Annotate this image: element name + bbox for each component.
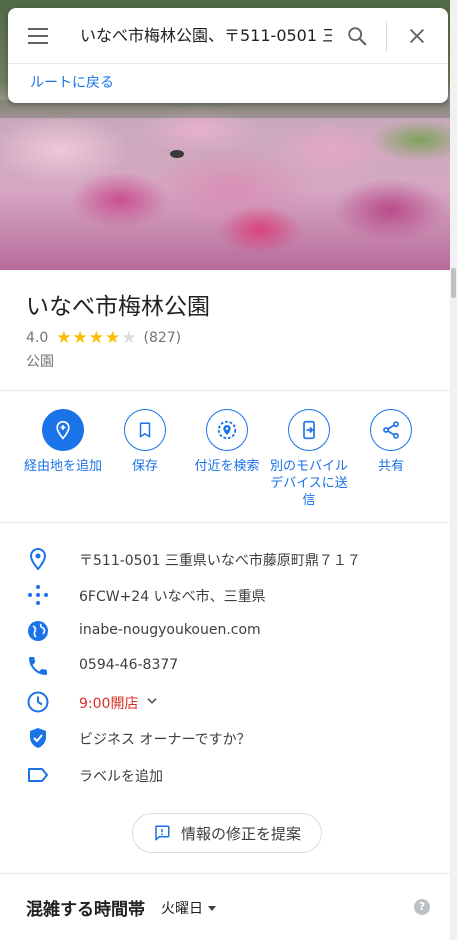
website-link: inabe-nougyoukouen.com [79, 622, 261, 638]
photo-detail [170, 150, 184, 158]
location-pin-icon [29, 547, 47, 571]
suggest-edit-button[interactable]: 情報の修正を提案 [132, 813, 322, 853]
hours-row[interactable]: 9:00開店 [0, 684, 450, 720]
plus-code-row[interactable]: 6FCW+24 いなべ市、三重県 [0, 577, 450, 613]
day-selector-value: 火曜日 [161, 901, 203, 917]
action-bar: 経由地を追加 保存 付近を検索 別のモバイルデバイスに送信 共有 [22, 409, 432, 509]
action-label: 経由地を追加 [23, 459, 102, 474]
divider [0, 522, 450, 523]
search-icon[interactable] [346, 25, 368, 47]
scrollbar-thumb[interactable] [451, 268, 456, 298]
label-icon [28, 768, 48, 782]
plus-code-icon [28, 585, 48, 605]
search-input[interactable]: いなべ市梅林公園、〒511-0501 三 [80, 24, 332, 48]
action-label: 保存 [131, 459, 158, 474]
add-label-text: ラベルを追加 [79, 769, 163, 785]
plus-code-text: 6FCW+24 いなべ市、三重県 [79, 589, 266, 605]
help-icon[interactable]: ? [414, 899, 430, 915]
claim-business-row[interactable]: ビジネス オーナーですか？ [0, 720, 450, 756]
send-to-device-icon [303, 420, 315, 440]
add-waypoint-button[interactable]: 経由地を追加 [22, 409, 104, 509]
clock-icon [27, 691, 49, 713]
popular-times-title: 混雑する時間帯 [26, 900, 145, 920]
divider [386, 22, 387, 52]
share-icon [383, 421, 399, 439]
divider [0, 873, 450, 874]
rating-row: 4.0 ★★★★★ (827) [26, 328, 181, 348]
scrollbar-track[interactable] [450, 0, 457, 940]
add-label-row[interactable]: ラベルを追加 [0, 757, 450, 793]
divider [8, 63, 448, 64]
search-card: いなべ市梅林公園、〒511-0501 三 ルートに戻る [8, 8, 448, 103]
share-button[interactable]: 共有 [350, 409, 432, 509]
review-count[interactable]: (827) [143, 330, 181, 346]
bookmark-icon [139, 422, 151, 438]
action-label: 別のモバイルデバイスに送信 [269, 459, 348, 508]
website-row[interactable]: inabe-nougyoukouen.com [0, 613, 450, 649]
phone-icon [29, 657, 47, 675]
back-to-route-link[interactable]: ルートに戻る [30, 72, 114, 92]
phone-row[interactable]: 0594-46-8377 [0, 648, 450, 684]
send-to-device-button[interactable]: 別のモバイルデバイスに送信 [268, 409, 350, 509]
close-icon[interactable] [406, 25, 428, 47]
phone-text: 0594-46-8377 [79, 657, 179, 673]
day-selector[interactable]: 火曜日 [161, 898, 216, 918]
suggest-edit-label: 情報の修正を提案 [180, 824, 301, 843]
save-button[interactable]: 保存 [104, 409, 186, 509]
verified-shield-icon [30, 728, 46, 748]
menu-icon[interactable] [28, 28, 48, 44]
rating-stars: ★★★★★ [56, 328, 138, 348]
add-waypoint-icon [56, 420, 70, 440]
address-row[interactable]: 〒511-0501 三重県いなべ市藤原町鼎７１７ [0, 541, 450, 577]
divider [0, 390, 450, 391]
action-label: 付近を検索 [194, 459, 260, 474]
claim-business-text: ビジネス オーナーですか？ [79, 732, 251, 748]
search-nearby-icon [217, 420, 237, 440]
place-title: いなべ市梅林公園 [26, 294, 210, 320]
place-category[interactable]: 公園 [26, 351, 54, 371]
rating-value: 4.0 [26, 330, 49, 346]
search-nearby-button[interactable]: 付近を検索 [186, 409, 268, 509]
globe-icon [28, 621, 48, 641]
chevron-down-icon[interactable] [145, 694, 159, 708]
dropdown-caret-icon [208, 905, 216, 911]
action-label: 共有 [377, 459, 404, 474]
address-text: 〒511-0501 三重県いなべ市藤原町鼎７１７ [79, 553, 361, 569]
feedback-icon [155, 825, 170, 841]
search-bar: いなべ市梅林公園、〒511-0501 三 [8, 8, 448, 64]
hours-status: 9:00開店 [79, 696, 139, 712]
